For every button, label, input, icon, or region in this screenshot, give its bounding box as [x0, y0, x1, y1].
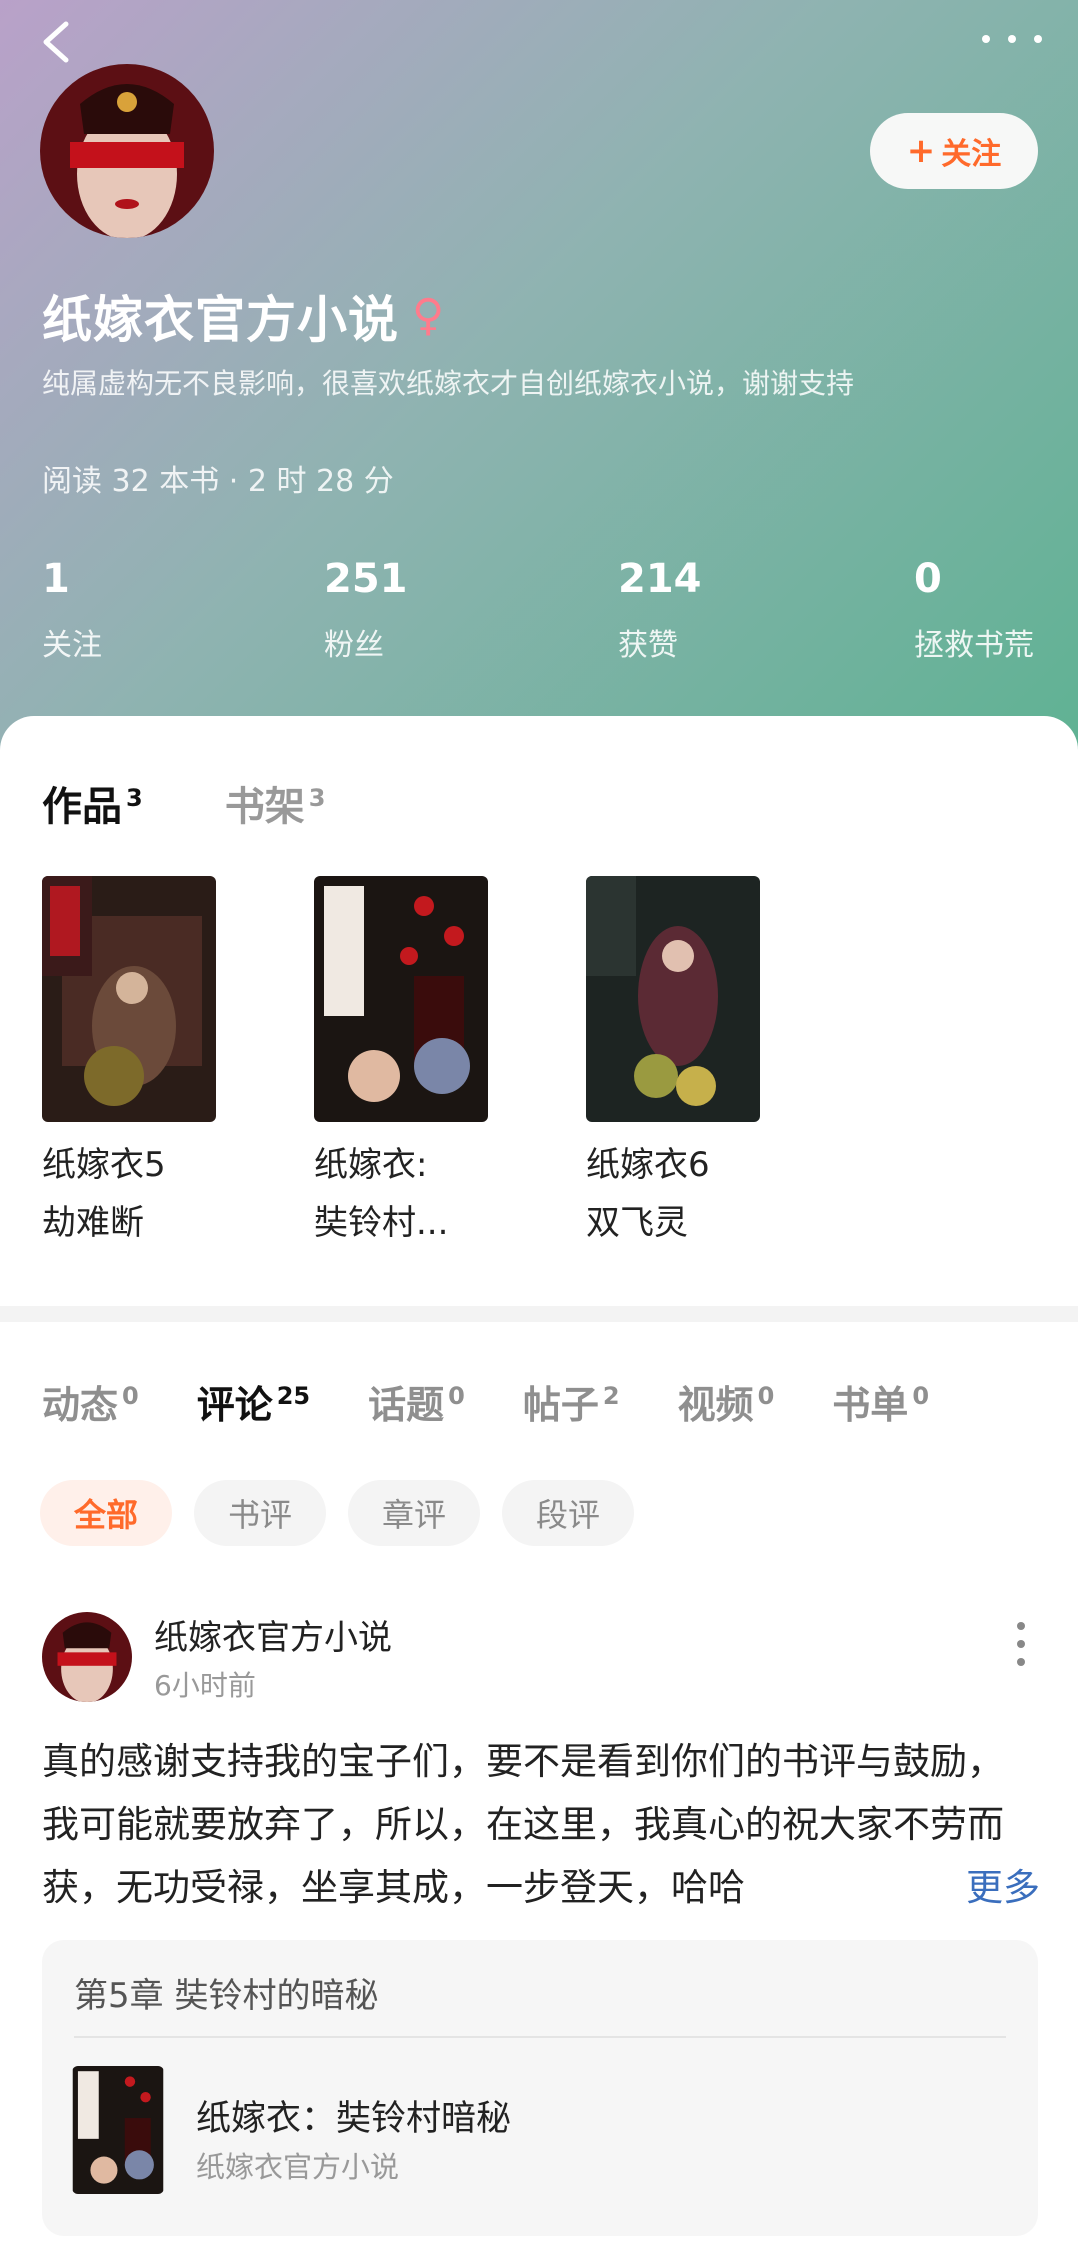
plus-icon: +: [906, 131, 936, 171]
profile-bio: 纯属虚构无不良影响，很喜欢纸嫁衣才自创纸嫁衣小说，谢谢支持: [42, 367, 855, 400]
book-cover: [42, 876, 216, 1122]
works-card: 作品 3 书架 3 纸嫁衣5 劫难断 纸嫁衣: 奘铃村... 纸嫁衣6 双飞灵: [0, 716, 1078, 1306]
tab-label: 作品: [42, 784, 122, 830]
back-arrow-icon[interactable]: [36, 18, 76, 66]
stat-label: 获赞: [618, 628, 678, 663]
tab-count: 3: [308, 783, 326, 812]
chip-paragraph-review[interactable]: 段评: [502, 1480, 635, 1546]
tab-booklists[interactable]: 书单 0: [832, 1374, 929, 1429]
post-author[interactable]: 纸嫁衣官方小说: [154, 1610, 392, 1659]
stat-value: 1: [42, 556, 70, 602]
ref-book-author: 纸嫁衣官方小说: [196, 2150, 400, 2184]
post-avatar[interactable]: [42, 1612, 132, 1702]
book-item[interactable]: 纸嫁衣: 奘铃村...: [314, 876, 488, 1252]
tab-dynamic[interactable]: 动态 0: [42, 1374, 139, 1429]
section-divider: [0, 1306, 1078, 1322]
follow-button[interactable]: + 关注: [870, 113, 1038, 189]
stat-value: 251: [324, 556, 408, 602]
female-icon: ♀: [412, 290, 445, 341]
stat-rescue[interactable]: 0 拯救书荒: [914, 556, 1034, 664]
stat-value: 214: [618, 556, 702, 602]
ref-book-title: 纸嫁衣：奘铃村暗秘: [196, 2099, 512, 2139]
post-more-icon[interactable]: [1016, 1622, 1026, 1666]
works-tabs: 作品 3 书架 3: [42, 774, 325, 832]
reading-stats: 阅读 32 本书 · 2 时 28 分: [42, 464, 394, 499]
more-options-icon[interactable]: [982, 24, 1042, 54]
profile-header: + 关注 纸嫁衣官方小说 ♀ 纯属虚构无不良影响，很喜欢纸嫁衣才自创纸嫁衣小说，…: [0, 0, 1078, 760]
divider: [74, 2036, 1006, 2038]
chip-book-review[interactable]: 书评: [194, 1480, 327, 1546]
follow-button-label: 关注: [941, 137, 1002, 172]
tab-videos[interactable]: 视频 0: [678, 1374, 775, 1429]
tab-comments[interactable]: 评论 25: [197, 1374, 310, 1429]
tab-label: 书架: [224, 784, 305, 830]
profile-name: 纸嫁衣官方小说: [42, 291, 399, 349]
post-time: 6小时前: [154, 1669, 256, 1702]
book-title: 纸嫁衣: 奘铃村...: [314, 1145, 449, 1243]
stat-value: 0: [914, 556, 942, 602]
book-cover: [72, 2066, 164, 2194]
filter-chips: 全部 书评 章评 段评: [40, 1480, 656, 1546]
chapter-title: 第5章 奘铃村的暗秘: [74, 1976, 379, 2016]
book-item[interactable]: 纸嫁衣5 劫难断: [42, 876, 216, 1252]
stat-label: 关注: [42, 628, 102, 663]
stat-label: 粉丝: [324, 628, 384, 663]
expand-more-link[interactable]: 更多: [900, 1856, 1040, 1919]
tab-topics[interactable]: 话题 0: [368, 1374, 465, 1429]
chip-chapter-review[interactable]: 章评: [348, 1480, 481, 1546]
book-cover: [586, 876, 760, 1122]
post-body[interactable]: 真的感谢支持我的宝子们，要不是看到你们的书评与鼓励，我可能就要放弃了，所以，在这…: [42, 1730, 1038, 1919]
stat-following[interactable]: 1 关注: [42, 556, 102, 664]
stat-likes[interactable]: 214 获赞: [618, 556, 702, 664]
tab-works[interactable]: 作品 3: [42, 774, 143, 832]
activity-tabs: 动态 0 评论 25 话题 0 帖子 2 视频 0 书单 0: [42, 1374, 1078, 1429]
tab-bookshelf[interactable]: 书架 3: [225, 774, 326, 832]
referenced-book-card[interactable]: 第5章 奘铃村的暗秘 纸嫁衣：奘铃村暗秘 纸嫁衣官方小说: [42, 1940, 1038, 2236]
avatar[interactable]: [40, 64, 214, 238]
stat-fans[interactable]: 251 粉丝: [324, 556, 408, 664]
book-cover: [314, 876, 488, 1122]
tab-count: 3: [126, 783, 143, 812]
book-title: 纸嫁衣6 双飞灵: [586, 1145, 710, 1243]
stat-label: 拯救书荒: [914, 628, 1034, 663]
chip-all[interactable]: 全部: [40, 1480, 173, 1546]
tab-posts[interactable]: 帖子 2: [523, 1374, 620, 1429]
book-title: 纸嫁衣5 劫难断: [42, 1145, 166, 1243]
book-item[interactable]: 纸嫁衣6 双飞灵: [586, 876, 760, 1252]
